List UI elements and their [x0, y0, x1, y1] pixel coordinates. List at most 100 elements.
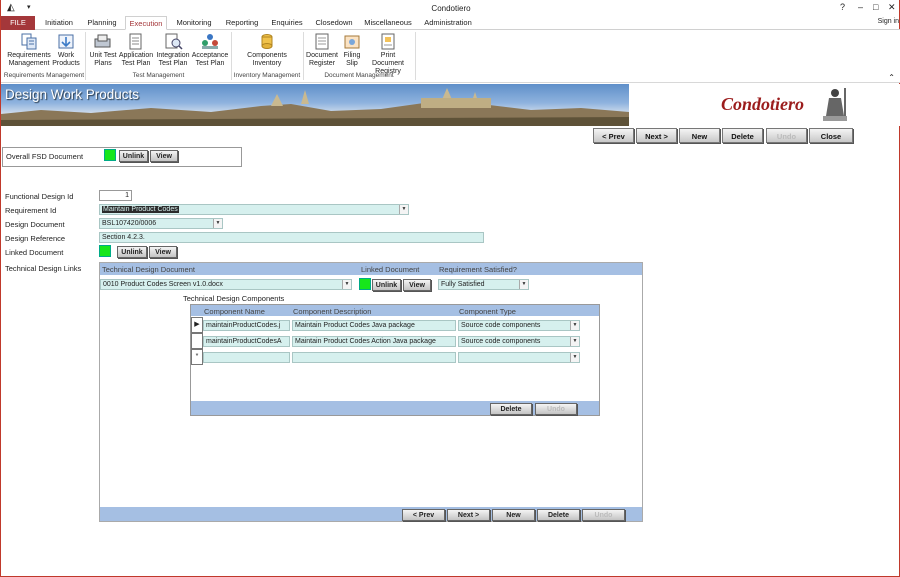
chevron-down-icon[interactable]: ▼ [213, 219, 222, 228]
col-requirement-satisfied: Requirement Satisfied? [439, 265, 517, 274]
help-icon[interactable]: ? [840, 2, 845, 12]
tab-file[interactable]: FILE [1, 16, 35, 30]
tab-miscellaneous[interactable]: Miscellaneous [361, 16, 415, 30]
tech-delete-button[interactable]: Delete [537, 509, 580, 521]
document-register-button[interactable]: Document Register [305, 33, 339, 68]
tech-unlink-button[interactable]: Unlink [372, 279, 401, 291]
technical-design-links-label: Technical Design Links [5, 264, 82, 273]
design-reference-field[interactable]: Section 4.2.3. [99, 232, 484, 243]
undo-button[interactable]: Undo [766, 128, 807, 143]
ribbon: Requirements Management Work Products Un… [1, 30, 900, 83]
components-inventory-button[interactable]: Components Inventory [245, 33, 289, 68]
integration-test-icon [165, 33, 183, 50]
row-selector-current[interactable]: ▶ [191, 317, 203, 333]
unit-test-plans-button[interactable]: Unit Test Plans [87, 33, 119, 68]
component-type-select[interactable]: Source code components ▼ [458, 320, 580, 331]
unit-test-plans-label: Unit Test Plans [89, 52, 117, 67]
component-type-select[interactable]: Source code components ▼ [458, 336, 580, 347]
design-document-select[interactable]: BSL107420/0006 ▼ [99, 218, 223, 229]
tab-execution[interactable]: Execution [125, 16, 167, 30]
component-delete-button[interactable]: Delete [490, 403, 532, 415]
new-component-name-field[interactable] [203, 352, 290, 363]
new-component-description-field[interactable] [292, 352, 456, 363]
requirement-id-select[interactable]: Maintain Product Codes ▼ [99, 204, 409, 215]
overall-fsd-status-indicator [104, 149, 116, 161]
application-test-icon [129, 33, 142, 50]
col-component-name: Component Name [204, 307, 265, 316]
component-name-field[interactable]: maintainProductCodesA [203, 336, 290, 347]
tech-view-button[interactable]: View [403, 279, 431, 291]
title-bar: ◭ ▾ Condotiero ? – □ ✕ [1, 0, 900, 16]
tab-initiation[interactable]: Initiation [39, 16, 79, 30]
requirement-satisfied-value: Fully Satisfied [441, 281, 485, 288]
sign-in-link[interactable]: Sign in [878, 18, 899, 25]
linked-document-indicator [99, 245, 111, 257]
tab-administration[interactable]: Administration [419, 16, 477, 30]
delete-button[interactable]: Delete [722, 128, 763, 143]
linked-document-label: Linked Document [5, 248, 64, 257]
col-component-type: Component Type [459, 307, 516, 316]
group-test-management: Test Management [132, 72, 185, 79]
group-separator [415, 32, 416, 80]
tab-closedown[interactable]: Closedown [311, 16, 357, 30]
acceptance-test-icon [202, 34, 218, 49]
tab-monitoring[interactable]: Monitoring [171, 16, 217, 30]
application-test-plan-label: Application Test Plan [118, 52, 154, 67]
new-row-selector[interactable]: * [191, 349, 203, 365]
overall-unlink-button[interactable]: Unlink [119, 150, 148, 162]
new-button[interactable]: New [679, 128, 720, 143]
next-button[interactable]: Next > [636, 128, 677, 143]
requirement-satisfied-select[interactable]: Fully Satisfied ▼ [438, 279, 529, 290]
print-document-registry-button[interactable]: Print Document Registry [364, 33, 412, 76]
work-products-button[interactable]: Work Products [51, 33, 81, 68]
tech-new-button[interactable]: New [492, 509, 535, 521]
linked-unlink-button[interactable]: Unlink [117, 246, 147, 258]
component-undo-button[interactable]: Undo [535, 403, 577, 415]
chevron-down-icon[interactable]: ▼ [399, 205, 408, 214]
prev-button[interactable]: < Prev [593, 128, 634, 143]
chevron-down-icon[interactable]: ▼ [570, 321, 579, 330]
collapse-ribbon-icon[interactable]: ⌃ [888, 73, 895, 82]
group-document-management: Document Management [324, 72, 394, 79]
component-description-field[interactable]: Maintain Product Codes Java package [292, 320, 456, 331]
close-window-icon[interactable]: ✕ [888, 2, 896, 13]
component-description-field[interactable]: Maintain Product Codes Action Java packa… [292, 336, 456, 347]
linked-view-button[interactable]: View [149, 246, 177, 258]
close-button[interactable]: Close [809, 128, 853, 143]
chevron-down-icon[interactable]: ▼ [570, 353, 579, 362]
brand-statue-icon [823, 88, 847, 121]
document-register-icon [315, 33, 329, 50]
minimize-icon[interactable]: – [858, 2, 863, 12]
ribbon-tabs: FILE Initiation Planning Execution Monit… [1, 16, 900, 30]
group-requirements-management: Requirements Management [3, 72, 85, 79]
design-reference-label: Design Reference [5, 234, 66, 243]
acceptance-test-plan-button[interactable]: Acceptance Test Plan [190, 33, 230, 68]
row-selector[interactable] [191, 333, 203, 349]
tech-next-button[interactable]: Next > [447, 509, 490, 521]
document-register-label: Document Register [306, 52, 338, 67]
technical-design-document-select[interactable]: 0010 Product Codes Screen v1.0.docx ▼ [100, 279, 352, 290]
application-test-plan-button[interactable]: Application Test Plan [117, 33, 155, 68]
functional-design-id-field[interactable]: 1 [99, 190, 132, 201]
overall-view-button[interactable]: View [150, 150, 178, 162]
component-type-value: Source code components [461, 322, 541, 329]
tab-planning[interactable]: Planning [83, 16, 121, 30]
component-name-field[interactable]: maintainProductCodes.j [203, 320, 290, 331]
app-window: ◭ ▾ Condotiero ? – □ ✕ FILE Initiation P… [0, 0, 900, 577]
maximize-icon[interactable]: □ [873, 2, 878, 12]
requirements-management-button[interactable]: Requirements Management [5, 33, 53, 68]
tab-reporting[interactable]: Reporting [221, 16, 263, 30]
integration-test-plan-button[interactable]: Integration Test Plan [154, 33, 192, 68]
tech-undo-button[interactable]: Undo [582, 509, 625, 521]
chevron-down-icon[interactable]: ▼ [519, 280, 528, 289]
new-component-type-select[interactable]: ▼ [458, 352, 580, 363]
work-products-label: Work Products [52, 52, 80, 67]
requirements-icon [21, 33, 37, 50]
header-banner: Design Work Products Condotiero [1, 84, 900, 126]
requirement-id-label: Requirement Id [5, 206, 57, 215]
tech-prev-button[interactable]: < Prev [402, 509, 445, 521]
tab-enquiries[interactable]: Enquiries [267, 16, 307, 30]
chevron-down-icon[interactable]: ▼ [570, 337, 579, 346]
filing-slip-button[interactable]: Filing Slip [340, 33, 364, 68]
chevron-down-icon[interactable]: ▼ [342, 280, 351, 289]
